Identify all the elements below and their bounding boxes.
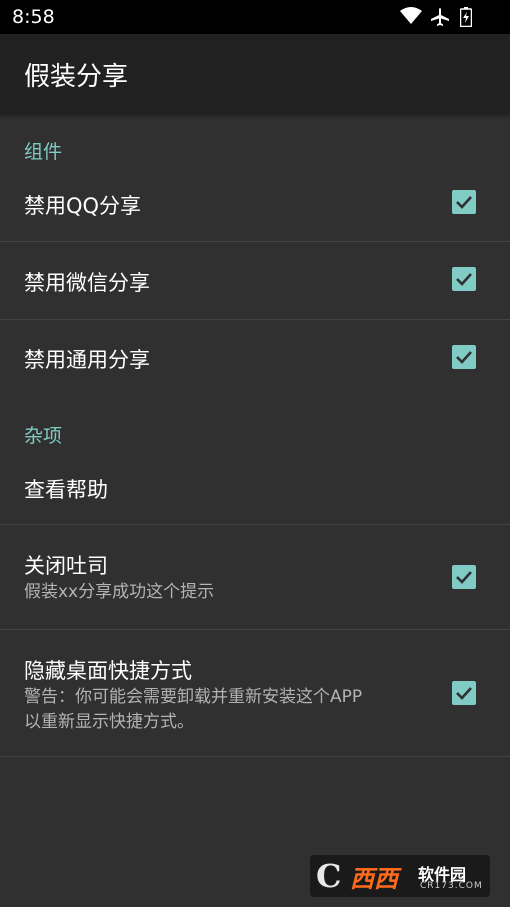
disable-generic-share-checkbox[interactable] (452, 345, 476, 369)
pref-title: 禁用通用分享 (24, 348, 150, 372)
pref-summary-line-1: 警告：你可能会需要卸载并重新安装这个APP (24, 687, 363, 707)
pref-title: 关闭吐司 (24, 554, 108, 578)
battery-charging-icon (460, 7, 472, 27)
pref-summary-line-2: 以重新显示快捷方式。 (24, 712, 194, 732)
watermark-logo: C 西西 软件园 CR173.COM (310, 855, 490, 897)
disable-qq-share-checkbox[interactable] (452, 190, 476, 214)
pref-title: 查看帮助 (24, 478, 108, 502)
disable-wechat-share-checkbox[interactable] (452, 267, 476, 291)
check-icon (456, 571, 472, 584)
pref-disable-wechat-share[interactable]: 禁用微信分享 (0, 242, 510, 320)
category-components: 组件 (24, 141, 63, 163)
airplane-mode-icon (431, 8, 449, 26)
pref-title: 隐藏桌面快捷方式 (24, 659, 192, 683)
status-bar: 8:58 (0, 0, 510, 34)
watermark-domain: CR173.COM (420, 881, 483, 891)
pref-close-toast[interactable]: 关闭吐司 假装xx分享成功这个提示 (0, 525, 510, 630)
hide-desktop-shortcut-checkbox[interactable] (452, 681, 476, 705)
pref-title: 禁用QQ分享 (24, 194, 142, 218)
check-icon (456, 351, 472, 364)
wifi-icon (400, 7, 422, 24)
watermark-logo-letter: C (316, 857, 342, 895)
category-misc: 杂项 (24, 425, 63, 447)
pref-summary: 假装xx分享成功这个提示 (24, 582, 215, 602)
check-icon (456, 273, 472, 286)
pref-view-help[interactable]: 查看帮助 (0, 447, 510, 525)
pref-disable-generic-share[interactable]: 禁用通用分享 (0, 320, 510, 396)
pref-title: 禁用微信分享 (24, 271, 150, 295)
pref-disable-qq-share[interactable]: 禁用QQ分享 (0, 164, 510, 242)
watermark-main-text: 西西 (350, 865, 398, 893)
check-icon (456, 687, 472, 700)
app-bar: 假装分享 (0, 34, 510, 114)
close-toast-checkbox[interactable] (452, 565, 476, 589)
page-title: 假装分享 (24, 62, 129, 92)
status-time: 8:58 (12, 6, 55, 28)
pref-hide-desktop-shortcut[interactable]: 隐藏桌面快捷方式 警告：你可能会需要卸载并重新安装这个APP 以重新显示快捷方式… (0, 630, 510, 757)
check-icon (456, 196, 472, 209)
